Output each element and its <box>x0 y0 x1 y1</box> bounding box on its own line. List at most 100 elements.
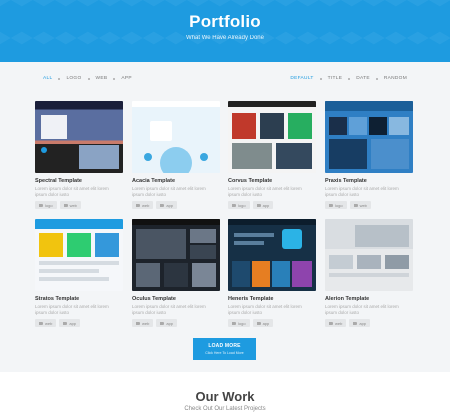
thumbnail-image <box>164 263 188 287</box>
tag-badge[interactable]: web <box>132 319 154 327</box>
tag-icon <box>39 321 43 325</box>
tag-badge[interactable]: app <box>156 319 178 327</box>
portfolio-card[interactable]: Praxis Template Lorem ipsum dolor sit am… <box>325 101 413 209</box>
tag-badge[interactable]: logo <box>228 319 250 327</box>
portfolio-card[interactable]: Heneris Template Lorem ipsum dolor sit a… <box>228 219 316 327</box>
card-title[interactable]: Praxis Template <box>325 178 413 184</box>
card-title[interactable]: Stratos Template <box>35 296 123 302</box>
portfolio-hero: Portfolio What We Have Already Done <box>0 0 450 62</box>
portfolio-card[interactable]: Oculus Template Lorem ipsum dolor sit am… <box>132 219 220 327</box>
sort-random[interactable]: RANDOM <box>379 76 412 81</box>
tag-badge[interactable]: app <box>252 201 274 209</box>
tag-badge[interactable]: app <box>59 319 81 327</box>
thumbnail-image <box>385 255 409 269</box>
tag-label: logo <box>45 202 53 208</box>
thumbnail-navbar <box>132 101 220 107</box>
tag-badge[interactable]: web <box>132 201 154 209</box>
card-title[interactable]: Spectral Template <box>35 178 123 184</box>
tag-label: web <box>335 320 343 326</box>
thumbnail-image <box>190 245 216 259</box>
filter-separator <box>348 77 351 80</box>
thumbnail-image <box>67 233 91 257</box>
sort-default[interactable]: DEFAULT <box>285 76 318 81</box>
portfolio-card[interactable]: Corvus Template Lorem ipsum dolor sit am… <box>228 101 316 209</box>
tag-badge[interactable]: web <box>35 319 57 327</box>
template-thumbnail[interactable] <box>325 219 413 291</box>
tag-label: logo <box>238 202 246 208</box>
tag-badge[interactable]: logo <box>228 201 250 209</box>
card-title[interactable]: Oculus Template <box>132 296 220 302</box>
tag-badge[interactable]: logo <box>325 201 347 209</box>
sort-date[interactable]: DATE <box>351 76 375 81</box>
thumbnail-image <box>232 261 250 287</box>
thumbnail-image <box>136 263 160 287</box>
filter-web[interactable]: WEB <box>91 76 113 81</box>
tag-label: app <box>166 202 174 208</box>
card-description: Lorem ipsum dolor sit amet elit lorem ip… <box>35 186 109 197</box>
tag-label: app <box>262 202 270 208</box>
thumbnail-dot <box>41 147 47 153</box>
tag-badge[interactable]: web <box>59 201 81 209</box>
thumbnail-image <box>136 229 186 259</box>
thumbnail-dot <box>144 153 152 161</box>
filter-separator <box>87 77 90 80</box>
portfolio-card[interactable]: Stratos Template Lorem ipsum dolor sit a… <box>35 219 123 327</box>
load-more-button[interactable]: LOAD MORE Click Here To Load More <box>193 338 256 360</box>
thumbnail-image <box>357 255 381 269</box>
card-title[interactable]: Corvus Template <box>228 178 316 184</box>
tag-icon <box>353 203 358 207</box>
tag-badge[interactable]: logo <box>35 201 57 209</box>
load-more-section: LOAD MORE Click Here To Load More <box>193 338 256 360</box>
portfolio-card[interactable]: Acacia Template Lorem ipsum dolor sit am… <box>132 101 220 209</box>
template-thumbnail[interactable] <box>228 219 316 291</box>
thumbnail-image <box>329 117 347 135</box>
card-description: Lorem ipsum dolor sit amet elit lorem ip… <box>228 304 302 315</box>
portfolio-card[interactable]: Alerion Template Lorem ipsum dolor sit a… <box>325 219 413 327</box>
tag-badge[interactable]: web <box>325 319 347 327</box>
thumbnail-image <box>349 117 367 135</box>
tag-icon <box>160 321 165 325</box>
tag-label: app <box>69 320 77 326</box>
card-title[interactable]: Alerion Template <box>325 296 413 302</box>
filter-logo[interactable]: LOGO <box>61 76 86 81</box>
template-thumbnail[interactable] <box>228 101 316 173</box>
thumbnail-image <box>190 229 216 243</box>
template-thumbnail[interactable] <box>132 101 220 173</box>
card-tags: web app <box>325 319 413 327</box>
thumbnail-navbar <box>35 219 123 229</box>
sort-title[interactable]: TITLE <box>323 76 348 81</box>
thumbnail-image <box>252 261 270 287</box>
card-title[interactable]: Acacia Template <box>132 178 220 184</box>
filter-all[interactable]: ALL <box>38 76 57 81</box>
tag-icon <box>256 203 261 207</box>
filter-app[interactable]: APP <box>116 76 137 81</box>
tag-badge[interactable]: web <box>349 201 371 209</box>
template-thumbnail[interactable] <box>35 101 123 173</box>
template-thumbnail[interactable] <box>325 101 413 173</box>
tag-label: app <box>166 320 174 326</box>
thumbnail-navbar <box>132 219 220 225</box>
card-tags: logo app <box>228 201 316 209</box>
thumbnail-image <box>329 139 367 169</box>
page-subtitle: What We Have Already Done <box>186 35 264 41</box>
thumbnail-text-line <box>39 261 119 265</box>
card-title[interactable]: Heneris Template <box>228 296 316 302</box>
tag-icon <box>136 321 140 325</box>
portfolio-filter-bar: ALL LOGO WEB APP DEFAULT TITLE DATE RAND… <box>0 76 450 86</box>
tag-badge[interactable]: app <box>252 319 274 327</box>
tag-label: app <box>359 320 367 326</box>
load-more-sublabel: Click Here To Load More <box>205 351 244 355</box>
card-description: Lorem ipsum dolor sit amet elit lorem ip… <box>132 186 206 197</box>
filter-separator <box>113 77 116 80</box>
thumbnail-navbar <box>325 101 413 111</box>
template-thumbnail[interactable] <box>132 219 220 291</box>
tag-badge[interactable]: app <box>349 319 371 327</box>
filter-separator <box>375 77 378 80</box>
tag-label: web <box>69 202 77 208</box>
tag-icon <box>256 321 261 325</box>
card-description: Lorem ipsum dolor sit amet elit lorem ip… <box>325 304 399 315</box>
template-thumbnail[interactable] <box>35 219 123 291</box>
tag-badge[interactable]: app <box>156 201 178 209</box>
thumbnail-image <box>355 225 409 247</box>
portfolio-card[interactable]: Spectral Template Lorem ipsum dolor sit … <box>35 101 123 209</box>
